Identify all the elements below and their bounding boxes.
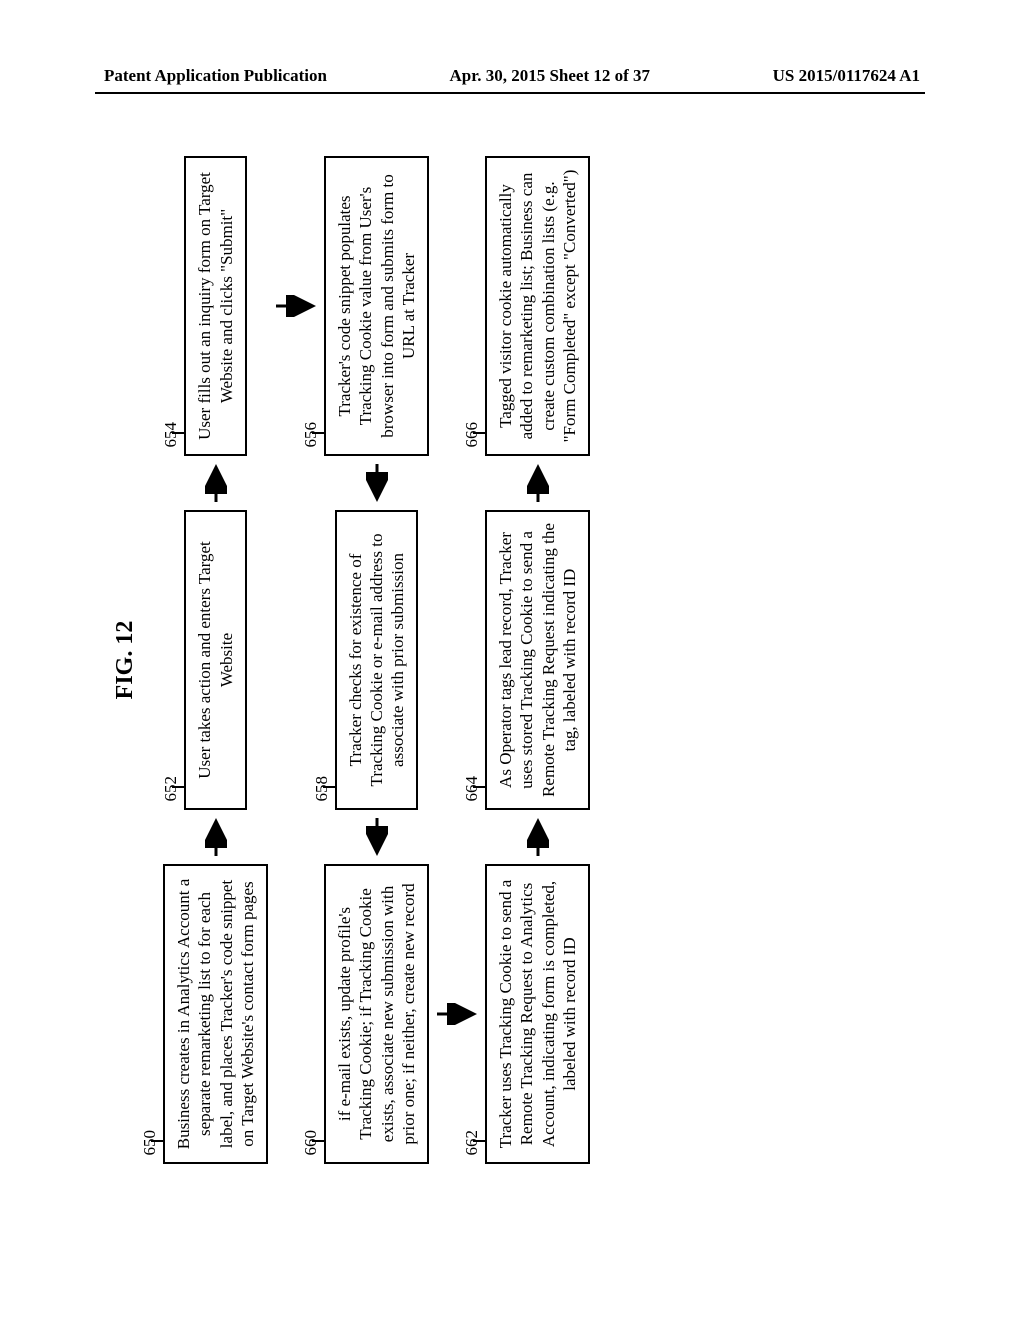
arrow-654-656 — [274, 295, 318, 317]
ref-666: 666 — [461, 422, 482, 462]
node-658: 658 Tracker checks for existence of Trac… — [335, 510, 419, 810]
text-654: User fills out an inquiry form on Target… — [195, 172, 235, 440]
header-right: US 2015/0117624 A1 — [773, 66, 920, 86]
node-656: 656 Tracker's code snippet populates Tra… — [324, 156, 429, 456]
node-654: 654 User fills out an inquiry form on Ta… — [184, 156, 247, 456]
cell-666: 666 Tagged visitor cookie automatically … — [485, 156, 590, 456]
arrow-662-664 — [527, 816, 549, 858]
cell-660: 660 if e-mail exists, update profile's T… — [324, 864, 429, 1164]
figure-container: FIG. 12 650 Business creates in Analytic… — [102, 110, 922, 1210]
ref-652: 652 — [160, 776, 181, 816]
arrow-660-662 — [435, 1003, 479, 1025]
ref-654: 654 — [160, 422, 181, 462]
header-center: Apr. 30, 2015 Sheet 12 of 37 — [450, 66, 651, 86]
ref-662: 662 — [461, 1130, 482, 1170]
ref-664: 664 — [461, 776, 482, 816]
header-left: Patent Application Publication — [104, 66, 327, 86]
node-664: 664 As Operator tags lead record, Tracke… — [485, 510, 590, 810]
text-652: User takes action and enters Target Webs… — [195, 541, 235, 779]
text-666: Tagged visitor cookie automatically adde… — [496, 170, 579, 443]
ref-656: 656 — [300, 422, 321, 462]
arrow-664-666 — [527, 462, 549, 504]
flowchart-grid: 650 Business creates in Analytics Accoun… — [163, 110, 590, 1210]
text-656: Tracker's code snippet populates Trackin… — [335, 174, 418, 437]
arrow-658-660 — [366, 816, 388, 858]
text-660: if e-mail exists, update profile's Track… — [335, 883, 418, 1144]
page-header: Patent Application Publication Apr. 30, … — [0, 66, 1024, 86]
arrow-656-658 — [366, 462, 388, 504]
text-664: As Operator tags lead record, Tracker us… — [496, 523, 579, 797]
text-662: Tracker uses Tracking Cookie to send a R… — [496, 880, 579, 1149]
figure-title: FIG. 12 — [112, 110, 139, 1210]
cell-654: 654 User fills out an inquiry form on Ta… — [163, 156, 268, 456]
ref-658: 658 — [311, 776, 332, 816]
node-650: 650 Business creates in Analytics Accoun… — [163, 864, 268, 1164]
ref-650: 650 — [139, 1130, 160, 1170]
cell-664: 664 As Operator tags lead record, Tracke… — [485, 510, 590, 810]
cell-650: 650 Business creates in Analytics Accoun… — [163, 864, 268, 1164]
arrow-652-654 — [205, 462, 227, 504]
ref-660: 660 — [300, 1130, 321, 1170]
node-660: 660 if e-mail exists, update profile's T… — [324, 864, 429, 1164]
text-650: Business creates in Analytics Account a … — [174, 879, 257, 1150]
cell-658: 658 Tracker checks for existence of Trac… — [324, 510, 429, 810]
text-658: Tracker checks for existence of Tracking… — [346, 534, 408, 787]
cell-662: 662 Tracker uses Tracking Cookie to send… — [485, 864, 590, 1164]
header-rule — [95, 92, 925, 94]
cell-656: 656 Tracker's code snippet populates Tra… — [324, 156, 429, 456]
node-662: 662 Tracker uses Tracking Cookie to send… — [485, 864, 590, 1164]
node-652: 652 User takes action and enters Target … — [184, 510, 247, 810]
arrow-650-652 — [205, 816, 227, 858]
cell-652: 652 User takes action and enters Target … — [163, 510, 268, 810]
node-666: 666 Tagged visitor cookie automatically … — [485, 156, 590, 456]
